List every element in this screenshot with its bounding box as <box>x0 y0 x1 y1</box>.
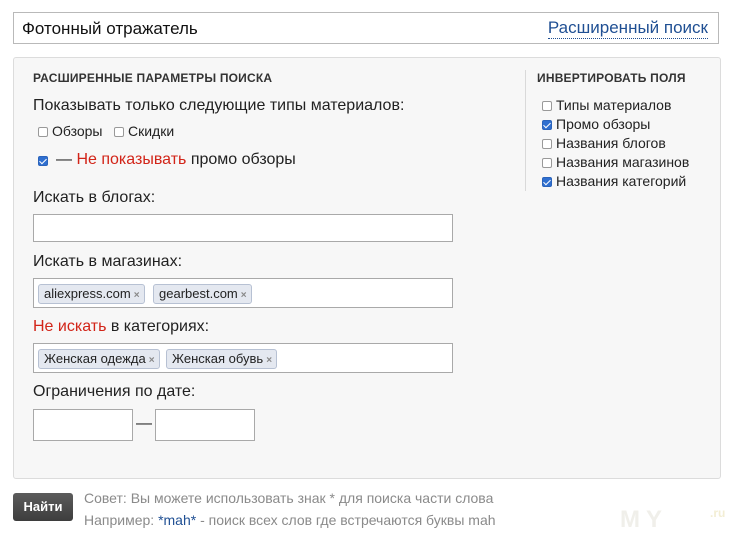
invert-types-label[interactable]: Типы материалов <box>556 97 671 113</box>
category-tag[interactable]: Женская обувь × <box>166 349 278 369</box>
shops-input[interactable]: aliexpress.com × gearbest.com × <box>33 278 453 308</box>
invert-blogs-label[interactable]: Названия блогов <box>556 135 666 151</box>
date-label: Ограничения по дате: <box>33 383 196 400</box>
site-watermark-suffix: .ru <box>710 506 726 520</box>
promo-negation: Не показывать <box>76 151 187 168</box>
invert-title: ИНВЕРТИРОВАТЬ ПОЛЯ <box>537 71 686 85</box>
shop-tag[interactable]: aliexpress.com × <box>38 284 145 304</box>
blogs-input[interactable] <box>33 214 453 242</box>
promo-hide-label: — Не показывать промо обзоры <box>56 151 296 169</box>
show-types-label: Показывать только следующие типы материа… <box>33 97 405 114</box>
category-tag-label: Женская обувь <box>172 351 264 366</box>
example-prefix: Например: <box>84 512 159 528</box>
type-discounts-label[interactable]: Скидки <box>128 123 174 139</box>
search-tip: Совет: Вы можете использовать знак * для… <box>84 490 494 506</box>
section-divider <box>525 70 526 191</box>
shops-label: Искать в магазинах: <box>33 253 183 270</box>
search-example: Например: *mah* - поиск всех слов где вс… <box>84 512 496 528</box>
category-tag-label: Женская одежда <box>44 351 146 366</box>
blogs-label: Искать в блогах: <box>33 189 156 206</box>
shop-tag-label: aliexpress.com <box>44 286 131 301</box>
invert-shops-checkbox[interactable] <box>542 158 552 168</box>
example-pattern: *mah* <box>158 512 197 528</box>
promo-rest: промо обзоры <box>190 151 296 168</box>
site-watermark: MY <box>620 506 668 533</box>
advanced-search-link[interactable]: Расширенный поиск <box>547 18 708 39</box>
search-bar[interactable]: Фотонный отражатель Расширенный поиск <box>13 12 719 44</box>
categories-label: Не искать в категориях: <box>33 318 209 336</box>
shop-tag[interactable]: gearbest.com × <box>153 284 252 304</box>
remove-tag-icon[interactable]: × <box>149 355 155 366</box>
shop-tag-label: gearbest.com <box>159 286 238 301</box>
categories-negation: Не искать <box>33 318 107 335</box>
categories-rest: в категориях: <box>110 318 210 335</box>
example-suffix: - поиск всех слов где встречаются буквы … <box>196 512 496 528</box>
advanced-params-title: РАСШИРЕННЫЕ ПАРАМЕТРЫ ПОИСКА <box>33 71 273 85</box>
date-from-input[interactable] <box>33 409 133 441</box>
promo-dash: — <box>56 151 72 168</box>
date-to-input[interactable] <box>155 409 255 441</box>
search-button[interactable]: Найти <box>13 493 73 521</box>
remove-tag-icon[interactable]: × <box>134 290 140 301</box>
type-reviews-checkbox[interactable] <box>38 127 48 137</box>
type-reviews-label[interactable]: Обзоры <box>52 123 103 139</box>
type-discounts-checkbox[interactable] <box>114 127 124 137</box>
invert-promo-label[interactable]: Промо обзоры <box>556 116 650 132</box>
invert-categories-label[interactable]: Названия категорий <box>556 173 686 189</box>
search-query[interactable]: Фотонный отражатель <box>22 19 198 39</box>
category-tag[interactable]: Женская одежда × <box>38 349 160 369</box>
advanced-search-panel: РАСШИРЕННЫЕ ПАРАМЕТРЫ ПОИСКА Показывать … <box>13 57 721 479</box>
invert-categories-checkbox[interactable] <box>542 177 552 187</box>
remove-tag-icon[interactable]: × <box>266 355 272 366</box>
invert-promo-checkbox[interactable] <box>542 120 552 130</box>
invert-blogs-checkbox[interactable] <box>542 139 552 149</box>
categories-input[interactable]: Женская одежда × Женская обувь × <box>33 343 453 373</box>
date-separator: — <box>136 415 152 432</box>
invert-shops-label[interactable]: Названия магазинов <box>556 154 689 170</box>
promo-hide-checkbox[interactable] <box>38 156 48 166</box>
remove-tag-icon[interactable]: × <box>241 290 247 301</box>
invert-types-checkbox[interactable] <box>542 101 552 111</box>
